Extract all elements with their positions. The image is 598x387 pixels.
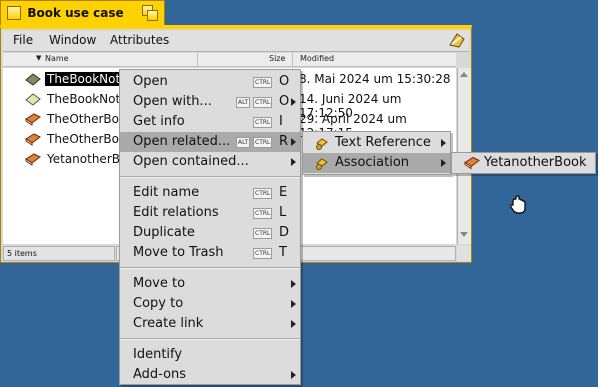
menu-item-move-to-trash[interactable]: Move to Trash CTRL T — [120, 243, 300, 263]
file-modified: 8. Mai 2024 um 15:30:28 — [299, 72, 451, 86]
sort-arrow-icon[interactable]: ▼ — [36, 54, 41, 62]
menu-item-get-info[interactable]: Get info CTRL I — [120, 112, 300, 132]
file-name[interactable]: YetanotherBo — [45, 152, 129, 166]
file-name[interactable]: TheOtherBoo — [45, 112, 128, 126]
menu-file[interactable]: File — [13, 33, 33, 47]
column-name[interactable]: Name — [45, 54, 69, 63]
leaf-icon[interactable] — [447, 31, 467, 50]
submenu-arrow-icon — [291, 280, 296, 288]
menu-separator — [120, 338, 300, 340]
menu-item-duplicate[interactable]: Duplicate CTRL D — [120, 223, 300, 243]
scroll-up-icon[interactable] — [460, 72, 468, 77]
column-size[interactable]: Size — [269, 54, 285, 63]
submenu-arrow-icon — [291, 320, 296, 328]
menu-item-copy-to[interactable]: Copy to — [120, 294, 300, 314]
column-modified[interactable]: Modified — [300, 54, 334, 63]
menu-item-open[interactable]: Open CTRL O — [120, 72, 300, 92]
menu-attributes[interactable]: Attributes — [110, 33, 169, 47]
menu-item-text-reference[interactable]: Text Reference — [303, 133, 450, 153]
context-menu: Open CTRL O Open with... ALT CTRL O Get … — [119, 69, 301, 385]
window-tab[interactable]: Book use case — [0, 0, 165, 25]
menu-item-open-related[interactable]: Open related... ALT CTRL R — [120, 132, 300, 152]
menu-item-edit-relations[interactable]: Edit relations CTRL L — [120, 203, 300, 223]
file-name[interactable]: TheOtherBoo — [45, 132, 128, 146]
note-icon — [25, 93, 41, 106]
submenu-arrow-icon — [291, 158, 296, 166]
menu-separator — [120, 267, 300, 269]
menu-item-open-with[interactable]: Open with... ALT CTRL O — [120, 92, 300, 112]
submenu-arrow-icon — [291, 300, 296, 308]
menu-item-move-to[interactable]: Move to — [120, 274, 300, 294]
book-icon — [25, 133, 41, 146]
submenu-arrow-icon — [291, 98, 296, 106]
note-icon — [25, 73, 41, 86]
submenu-arrow-icon — [291, 138, 296, 146]
menu-item-identify[interactable]: Identify — [120, 345, 300, 365]
menu-item-open-contained[interactable]: Open contained... — [120, 152, 300, 172]
menu-bar: File Window Attributes — [3, 31, 469, 52]
file-name[interactable]: TheBookNote — [45, 92, 130, 106]
menu-window[interactable]: Window — [49, 33, 96, 47]
file-name[interactable]: TheBookNote — [45, 72, 130, 86]
menu-separator — [120, 176, 300, 178]
menu-item-add-ons[interactable]: Add-ons — [120, 365, 300, 385]
column-headers: ▼ Name Size Modified — [3, 53, 456, 67]
submenu-arrow-icon — [441, 139, 446, 147]
window-title: Book use case — [27, 6, 124, 20]
menu-item-create-link[interactable]: Create link — [120, 314, 300, 334]
zoom-icon[interactable] — [142, 5, 158, 21]
related-submenu: Text Reference Association — [302, 131, 451, 175]
resize-handle[interactable] — [457, 246, 471, 261]
association-submenu: YetanotherBook — [451, 152, 596, 174]
relation-icon — [316, 158, 328, 170]
menu-item-association[interactable]: Association — [303, 153, 450, 173]
menu-item-edit-name[interactable]: Edit name CTRL E — [120, 183, 300, 203]
submenu-arrow-icon — [291, 371, 296, 379]
book-icon — [25, 153, 41, 166]
book-icon — [25, 113, 41, 126]
menu-item-yetanotherbook[interactable]: YetanotherBook — [452, 153, 595, 173]
item-count: 5 items — [3, 246, 115, 261]
scroll-down-icon[interactable] — [460, 232, 468, 237]
relation-icon — [316, 138, 328, 150]
book-icon — [464, 156, 480, 170]
hand-cursor-icon — [510, 195, 526, 214]
submenu-arrow-icon — [441, 159, 446, 167]
